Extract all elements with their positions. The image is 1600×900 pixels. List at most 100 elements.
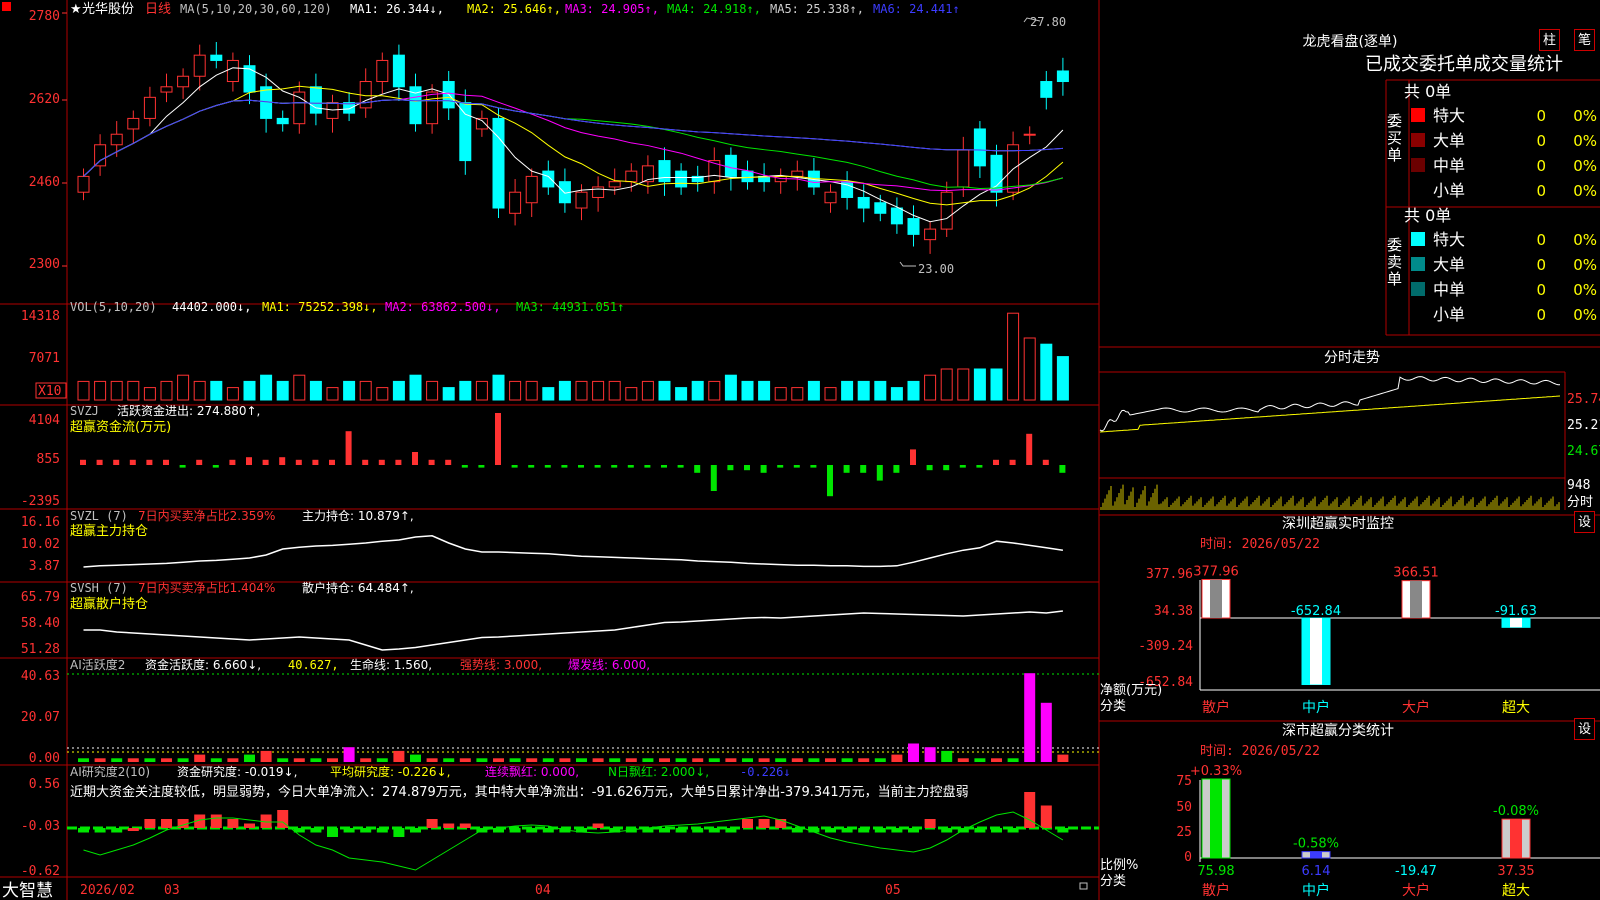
svzj-bar bbox=[246, 457, 252, 465]
candle-body bbox=[276, 117, 289, 125]
volume-bar bbox=[409, 374, 422, 401]
svzl-tick: 3.87 bbox=[29, 559, 60, 574]
ai-research-text2: 平均研究度: -0.226↓, bbox=[330, 764, 450, 779]
ai-active-bar bbox=[791, 758, 803, 762]
ai-active-bar bbox=[625, 758, 637, 762]
volume-bar bbox=[558, 380, 571, 401]
ai-research-bar bbox=[393, 828, 405, 837]
sz-monitor-time: 时间: 2026/05/22 bbox=[1200, 537, 1320, 552]
monitor-category: 散户 bbox=[1202, 699, 1230, 716]
volume-bar bbox=[807, 380, 820, 401]
ai-active-bar bbox=[542, 758, 554, 762]
buy-side-label: 买 bbox=[1387, 129, 1402, 147]
vol-unit: X10 bbox=[38, 384, 61, 399]
intraday-chart[interactable] bbox=[1099, 376, 1561, 510]
volume-bar bbox=[758, 380, 771, 401]
ai-active-tick: 20.07 bbox=[21, 710, 60, 725]
panel-toggle-icon[interactable] bbox=[2, 2, 11, 11]
stock-name[interactable]: 光华股份 bbox=[82, 2, 134, 17]
svzj-bar bbox=[827, 465, 833, 497]
ai-research-bar bbox=[708, 828, 720, 833]
svzj-bar bbox=[611, 465, 618, 468]
svzj-bar bbox=[843, 465, 850, 473]
ai-research-bar bbox=[509, 828, 521, 833]
sz-monitor-tick: -309.24 bbox=[1138, 639, 1193, 654]
sell-row-value: 0 bbox=[1536, 281, 1546, 299]
svzj-bar bbox=[710, 465, 717, 491]
period-label[interactable]: 日线 bbox=[145, 2, 171, 17]
volume-bar bbox=[990, 368, 1003, 401]
trading-chart-canvas[interactable]: 377.96 散户 -652.84 中户 366.51 大户 -91.63 超大 +0.33%… bbox=[0, 0, 1600, 900]
volume-bar bbox=[260, 374, 273, 401]
ai-research-bar bbox=[94, 828, 106, 833]
ai-research-bar bbox=[78, 828, 89, 833]
svzj-bar bbox=[179, 465, 186, 468]
ai-active-text1: 资金活跃度: 6.660↓, bbox=[145, 657, 261, 672]
svsh-red-text: 7日内买卖净占比1.404% bbox=[138, 580, 275, 595]
buy-total: 共 0单 bbox=[1404, 82, 1451, 101]
tick-mode-button[interactable]: 笔 bbox=[1574, 29, 1595, 51]
ai-research-bar bbox=[542, 828, 554, 833]
ai-active-bar bbox=[559, 758, 571, 762]
sz-monitor-settings-button[interactable]: 设 bbox=[1574, 511, 1595, 533]
vol-ma3: MA3: 44931.051↑ bbox=[516, 300, 624, 314]
longhu-title: 龙虎看盘(逐单) bbox=[1303, 33, 1398, 50]
candlestick-chart[interactable] bbox=[77, 17, 1069, 267]
svzj-bar bbox=[345, 431, 352, 465]
ai-active-text2: 40.627, bbox=[288, 658, 339, 672]
candle-body bbox=[907, 218, 920, 235]
candle-body bbox=[426, 91, 439, 125]
sz-classify-tick: 25 bbox=[1176, 825, 1192, 840]
dzh-logo[interactable]: 大智慧 bbox=[2, 881, 53, 900]
vol-tick: 7071 bbox=[29, 351, 60, 366]
volume-bar bbox=[293, 374, 306, 401]
ai-active-bar bbox=[410, 754, 421, 762]
ai-active-bar bbox=[476, 758, 488, 762]
ai-active-bar bbox=[127, 758, 139, 762]
sz-monitor-ylabel: 净额(万元) bbox=[1100, 683, 1162, 698]
sell-legend-swatch bbox=[1411, 232, 1425, 246]
ma6-value: MA6: 24.441↑ bbox=[873, 2, 960, 16]
sz-classify-ylabel: 比例% bbox=[1100, 858, 1138, 873]
volume-bar bbox=[442, 387, 455, 401]
sz-monitor-tick: 377.96 bbox=[1146, 567, 1193, 582]
svzj-bar bbox=[793, 465, 800, 468]
ai-research-text5: -0.226↓ bbox=[740, 765, 791, 779]
volume-bar bbox=[841, 380, 854, 401]
ai-research-tick: -0.62 bbox=[21, 864, 60, 879]
candle-body bbox=[193, 54, 206, 77]
ai-active-bar bbox=[659, 758, 670, 762]
svzj-bar bbox=[1059, 465, 1066, 473]
lock-icon[interactable] bbox=[1079, 882, 1088, 890]
ai-active-tick: 40.63 bbox=[21, 669, 60, 684]
volume-bar bbox=[77, 380, 90, 401]
price-tick: 2300 bbox=[29, 257, 60, 272]
monitor-bar-shade bbox=[1510, 618, 1522, 628]
sz-classify-settings-button[interactable]: 设 bbox=[1574, 718, 1595, 740]
volume-bar bbox=[608, 380, 621, 401]
classify-pct-label: +0.33% bbox=[1190, 764, 1242, 779]
svzj-bar bbox=[661, 465, 667, 468]
ai-active-bar bbox=[725, 758, 737, 762]
ai-research-tick: 0.56 bbox=[29, 777, 60, 792]
svzj-text: 活跃资金进出: 274.880↑, bbox=[117, 403, 260, 418]
sz-monitor-title: 深圳超赢实时监控 bbox=[1282, 515, 1394, 532]
volume-bar bbox=[426, 380, 439, 401]
svsh-text: 散户持仓: 64.484↑, bbox=[302, 580, 414, 595]
vol-value: 44402.000↓, bbox=[172, 300, 251, 314]
monitor-bar-label: 366.51 bbox=[1393, 566, 1439, 581]
bar-mode-button[interactable]: 柱 bbox=[1539, 29, 1560, 51]
ma-line bbox=[83, 99, 1063, 177]
svsh-tick: 58.40 bbox=[21, 616, 60, 631]
ai-active-bar bbox=[376, 758, 388, 762]
ai-active-bar bbox=[742, 758, 753, 762]
svzj-tick: -2395 bbox=[21, 494, 60, 509]
svzj-bar bbox=[910, 449, 916, 465]
svzj-bar bbox=[727, 465, 734, 471]
buy-row-value: 0 bbox=[1536, 182, 1546, 200]
ma-line bbox=[83, 99, 1064, 190]
classify-category: 大户 bbox=[1402, 882, 1430, 899]
ai-research-bar bbox=[874, 828, 886, 833]
svzj-title: SVZJ bbox=[70, 404, 99, 418]
volume-bar bbox=[110, 380, 123, 401]
